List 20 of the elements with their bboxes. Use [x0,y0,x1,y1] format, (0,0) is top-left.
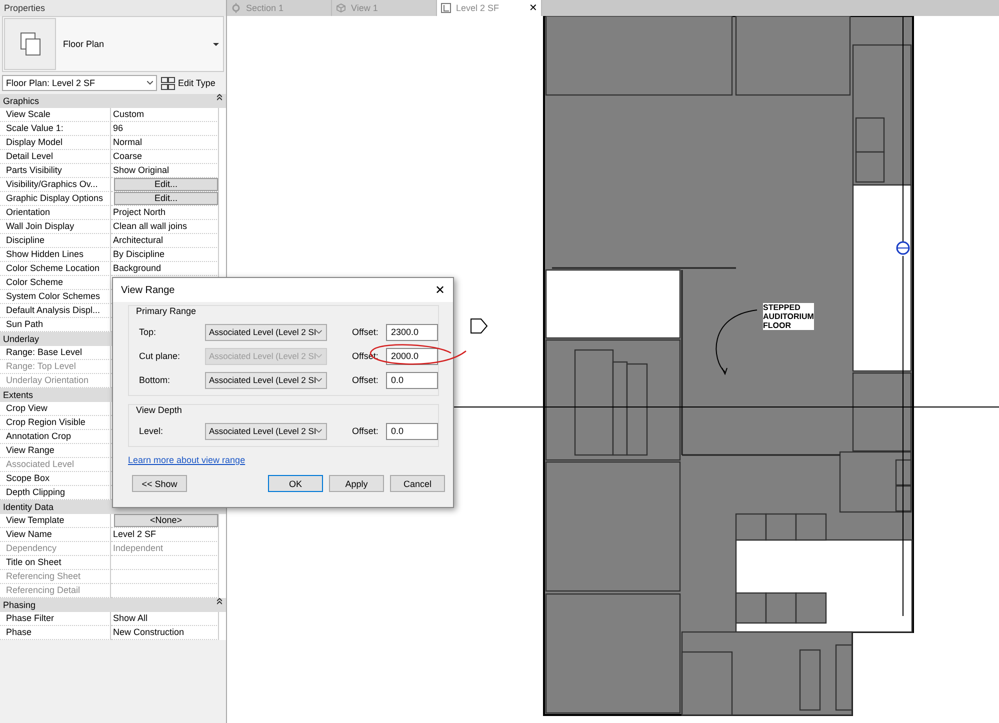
group-title: Primary Range [136,306,198,316]
dialog-title: View Range [121,284,175,296]
section-title: Graphics [3,95,40,108]
field-label: Offset: [352,426,380,436]
level-dropdown: Associated Level (Level 2 SI [205,348,328,364]
field-label: Offset: [352,375,380,385]
property-label: Phase [0,626,111,640]
section-title: Extents [3,389,34,402]
section-title: Identity Data [3,501,54,514]
field-label: Level: [139,426,164,436]
field-label: Offset: [352,327,380,337]
section-title: Phasing [3,599,36,612]
field-label: Cut plane: [139,351,182,361]
room-annotation: STEPPED AUDITORIUM FLOOR [763,303,814,330]
group-title: View Depth [136,405,183,415]
section-title: Underlay [3,333,40,346]
field-label: Bottom: [139,375,172,385]
type-name: Floor Plan [62,39,106,49]
field-label: Top: [139,327,158,337]
panel-title: Properties [0,0,226,16]
